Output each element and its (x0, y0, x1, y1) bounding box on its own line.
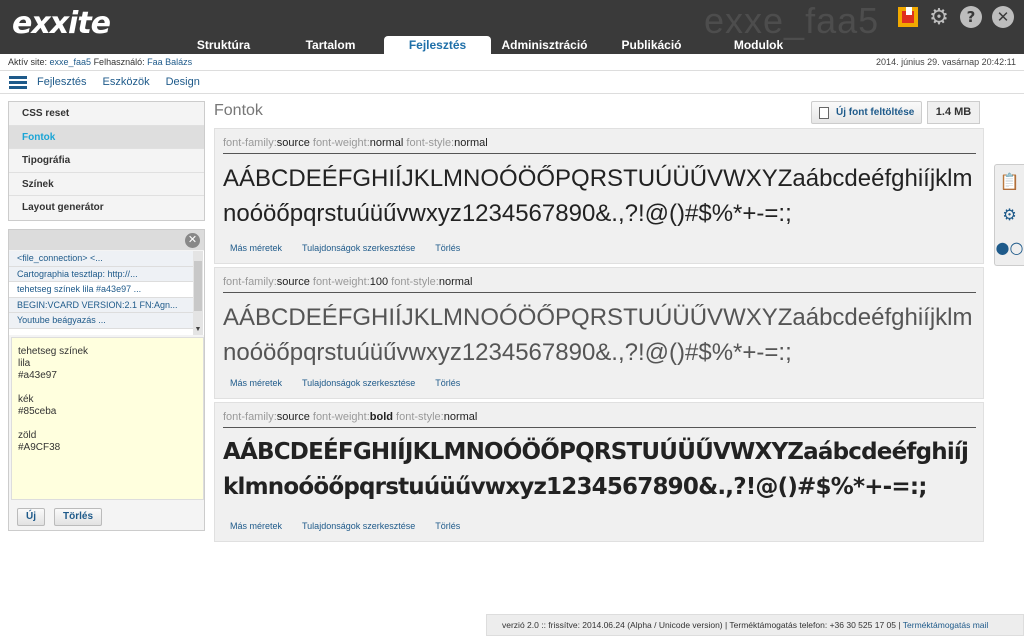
font-actions: Más méretek Tulajdonságok szerkesztése T… (230, 521, 460, 531)
clipboard-note[interactable]: tehetseg színek lila #a43e97 kék #85ceba… (11, 337, 204, 500)
subnav-design[interactable]: Design (166, 76, 200, 88)
font-actions: Más méretek Tulajdonságok szerkesztése T… (230, 378, 460, 388)
support-mail-link[interactable]: Terméktámogatás mail (903, 620, 989, 630)
font-card: font-family:source font-weight:normal fo… (214, 128, 984, 264)
main-nav-fejlesztes[interactable]: Fejlesztés (384, 36, 491, 54)
close-icon[interactable]: ✕ (185, 233, 200, 248)
main-nav-modulok[interactable]: Modulok (705, 36, 812, 54)
font-card: font-family:source font-weight:bold font… (214, 402, 984, 542)
app-logo[interactable]: exxite (12, 6, 111, 41)
close-icon[interactable]: ✕ (992, 6, 1014, 28)
datetime: 2014. június 29. vasárnap 20:42:11 (876, 57, 1016, 67)
clipboard-buttons: Új Törlés (17, 508, 103, 526)
font-meta: font-family:source font-weight:bold font… (223, 411, 478, 423)
footer: verzió 2.0 :: frissítve: 2014.06.24 (Alp… (486, 614, 1024, 636)
right-toolbar: 📋 ⚙ ●○ (994, 164, 1024, 266)
side-menu-szinek[interactable]: Színek (9, 173, 204, 196)
subnav-eszkozok[interactable]: Eszközök (103, 76, 150, 88)
storage-badge: 1.4 MB (927, 101, 980, 124)
more-sizes-link[interactable]: Más méretek (230, 243, 282, 253)
divider (223, 292, 976, 293)
user-prefix: Felhasználó: (91, 57, 148, 67)
more-sizes-link[interactable]: Más méretek (230, 378, 282, 388)
gear-icon[interactable]: ⚙ (928, 5, 950, 30)
font-sample: AÁBCDEÉFGHIÍJKLMNOÓÖŐPQRSTUÚÜŰVWXYZaábcd… (223, 304, 973, 366)
font-meta: font-family:source font-weight:100 font-… (223, 276, 473, 288)
subnav-fejlesztes[interactable]: Fejlesztés (37, 76, 87, 88)
clipboard-header: ✕ (9, 230, 204, 250)
list-item[interactable]: BEGIN:VCARD VERSION:2.1 FN:Agn... (9, 297, 193, 313)
clipboard-scrollbar[interactable]: ▼ (193, 251, 203, 335)
main-nav-struktura[interactable]: Struktúra (170, 36, 277, 54)
main-nav-adminisztracio[interactable]: Adminisztráció (491, 36, 598, 54)
info-bar: Aktív site: exxe_faa5 Felhasználó: Faa B… (0, 54, 1024, 71)
current-user[interactable]: Faa Balázs (147, 57, 192, 67)
side-menu-css-reset[interactable]: CSS reset (9, 102, 204, 126)
divider (223, 427, 976, 428)
edit-properties-link[interactable]: Tulajdonságok szerkesztése (302, 521, 415, 531)
side-menu-layout-generator[interactable]: Layout generátor (9, 196, 204, 220)
help-icon[interactable]: ? (960, 6, 982, 28)
top-bar: exxite exxe_faa5 ⚙ ? ✕ Struktúra Tartalo… (0, 0, 1024, 54)
sub-nav: Fejlesztés Eszközök Design (0, 71, 1024, 94)
clipboard-list: <file_connection> <... Cartographia tesz… (9, 251, 204, 335)
clipboard-icon[interactable]: 📋 (995, 165, 1024, 198)
divider (223, 153, 976, 154)
delete-clip-button[interactable]: Törlés (54, 508, 103, 526)
brand-icon (898, 7, 918, 27)
main-nav: Struktúra Tartalom Fejlesztés Adminisztr… (170, 36, 812, 54)
more-sizes-link[interactable]: Más méretek (230, 521, 282, 531)
main-nav-tartalom[interactable]: Tartalom (277, 36, 384, 54)
active-site[interactable]: exxe_faa5 (50, 57, 92, 67)
page-title: Fontok (214, 102, 263, 119)
top-icons: ⚙ ? ✕ (898, 5, 1014, 30)
scroll-down-icon[interactable]: ▼ (193, 326, 203, 333)
side-menu-tipografia[interactable]: Tipográfia (9, 149, 204, 173)
edit-properties-link[interactable]: Tulajdonságok szerkesztése (302, 243, 415, 253)
font-card: font-family:source font-weight:100 font-… (214, 267, 984, 399)
list-item[interactable]: Youtube beágyazás ... (9, 313, 193, 329)
side-menu-fontok[interactable]: Fontok (9, 125, 204, 149)
toggle-icon[interactable]: ●○ (995, 231, 1024, 264)
clipboard-panel: ✕ <file_connection> <... Cartographia te… (8, 229, 205, 531)
upload-font-button[interactable]: Új font feltöltése (811, 101, 923, 124)
font-sample: AÁBCDEÉFGHIÍJKLMNOÓÖŐPQRSTUÚÜŰVWXYZaábcd… (223, 165, 973, 227)
delete-font-link[interactable]: Törlés (435, 521, 460, 531)
delete-font-link[interactable]: Törlés (435, 243, 460, 253)
menu-icon[interactable] (9, 74, 27, 91)
list-item[interactable]: <file_connection> <... (9, 251, 193, 267)
scrollbar-thumb[interactable] (194, 261, 202, 311)
site-prefix: Aktív site: (8, 57, 50, 67)
upload-font-label: Új font feltöltése (836, 107, 915, 118)
new-clip-button[interactable]: Új (17, 508, 45, 526)
font-sample: AÁBCDEÉFGHIÍJKLMNOÓÖŐPQRSTUÚÜŰVWXYZaábcd… (223, 439, 969, 500)
list-item[interactable]: Cartographia tesztlap: http://... (9, 266, 193, 282)
font-meta: font-family:source font-weight:normal fo… (223, 137, 488, 149)
main-nav-publikacio[interactable]: Publikáció (598, 36, 705, 54)
file-icon (819, 107, 829, 119)
settings-icon[interactable]: ⚙ (995, 198, 1024, 231)
list-item[interactable]: tehetseg színek lila #a43e97 ... (9, 282, 193, 298)
footer-text: verzió 2.0 :: frissítve: 2014.06.24 (Alp… (502, 620, 903, 630)
font-actions: Más méretek Tulajdonságok szerkesztése T… (230, 243, 460, 253)
side-menu: CSS reset Fontok Tipográfia Színek Layou… (8, 101, 205, 221)
delete-font-link[interactable]: Törlés (435, 378, 460, 388)
edit-properties-link[interactable]: Tulajdonságok szerkesztése (302, 378, 415, 388)
